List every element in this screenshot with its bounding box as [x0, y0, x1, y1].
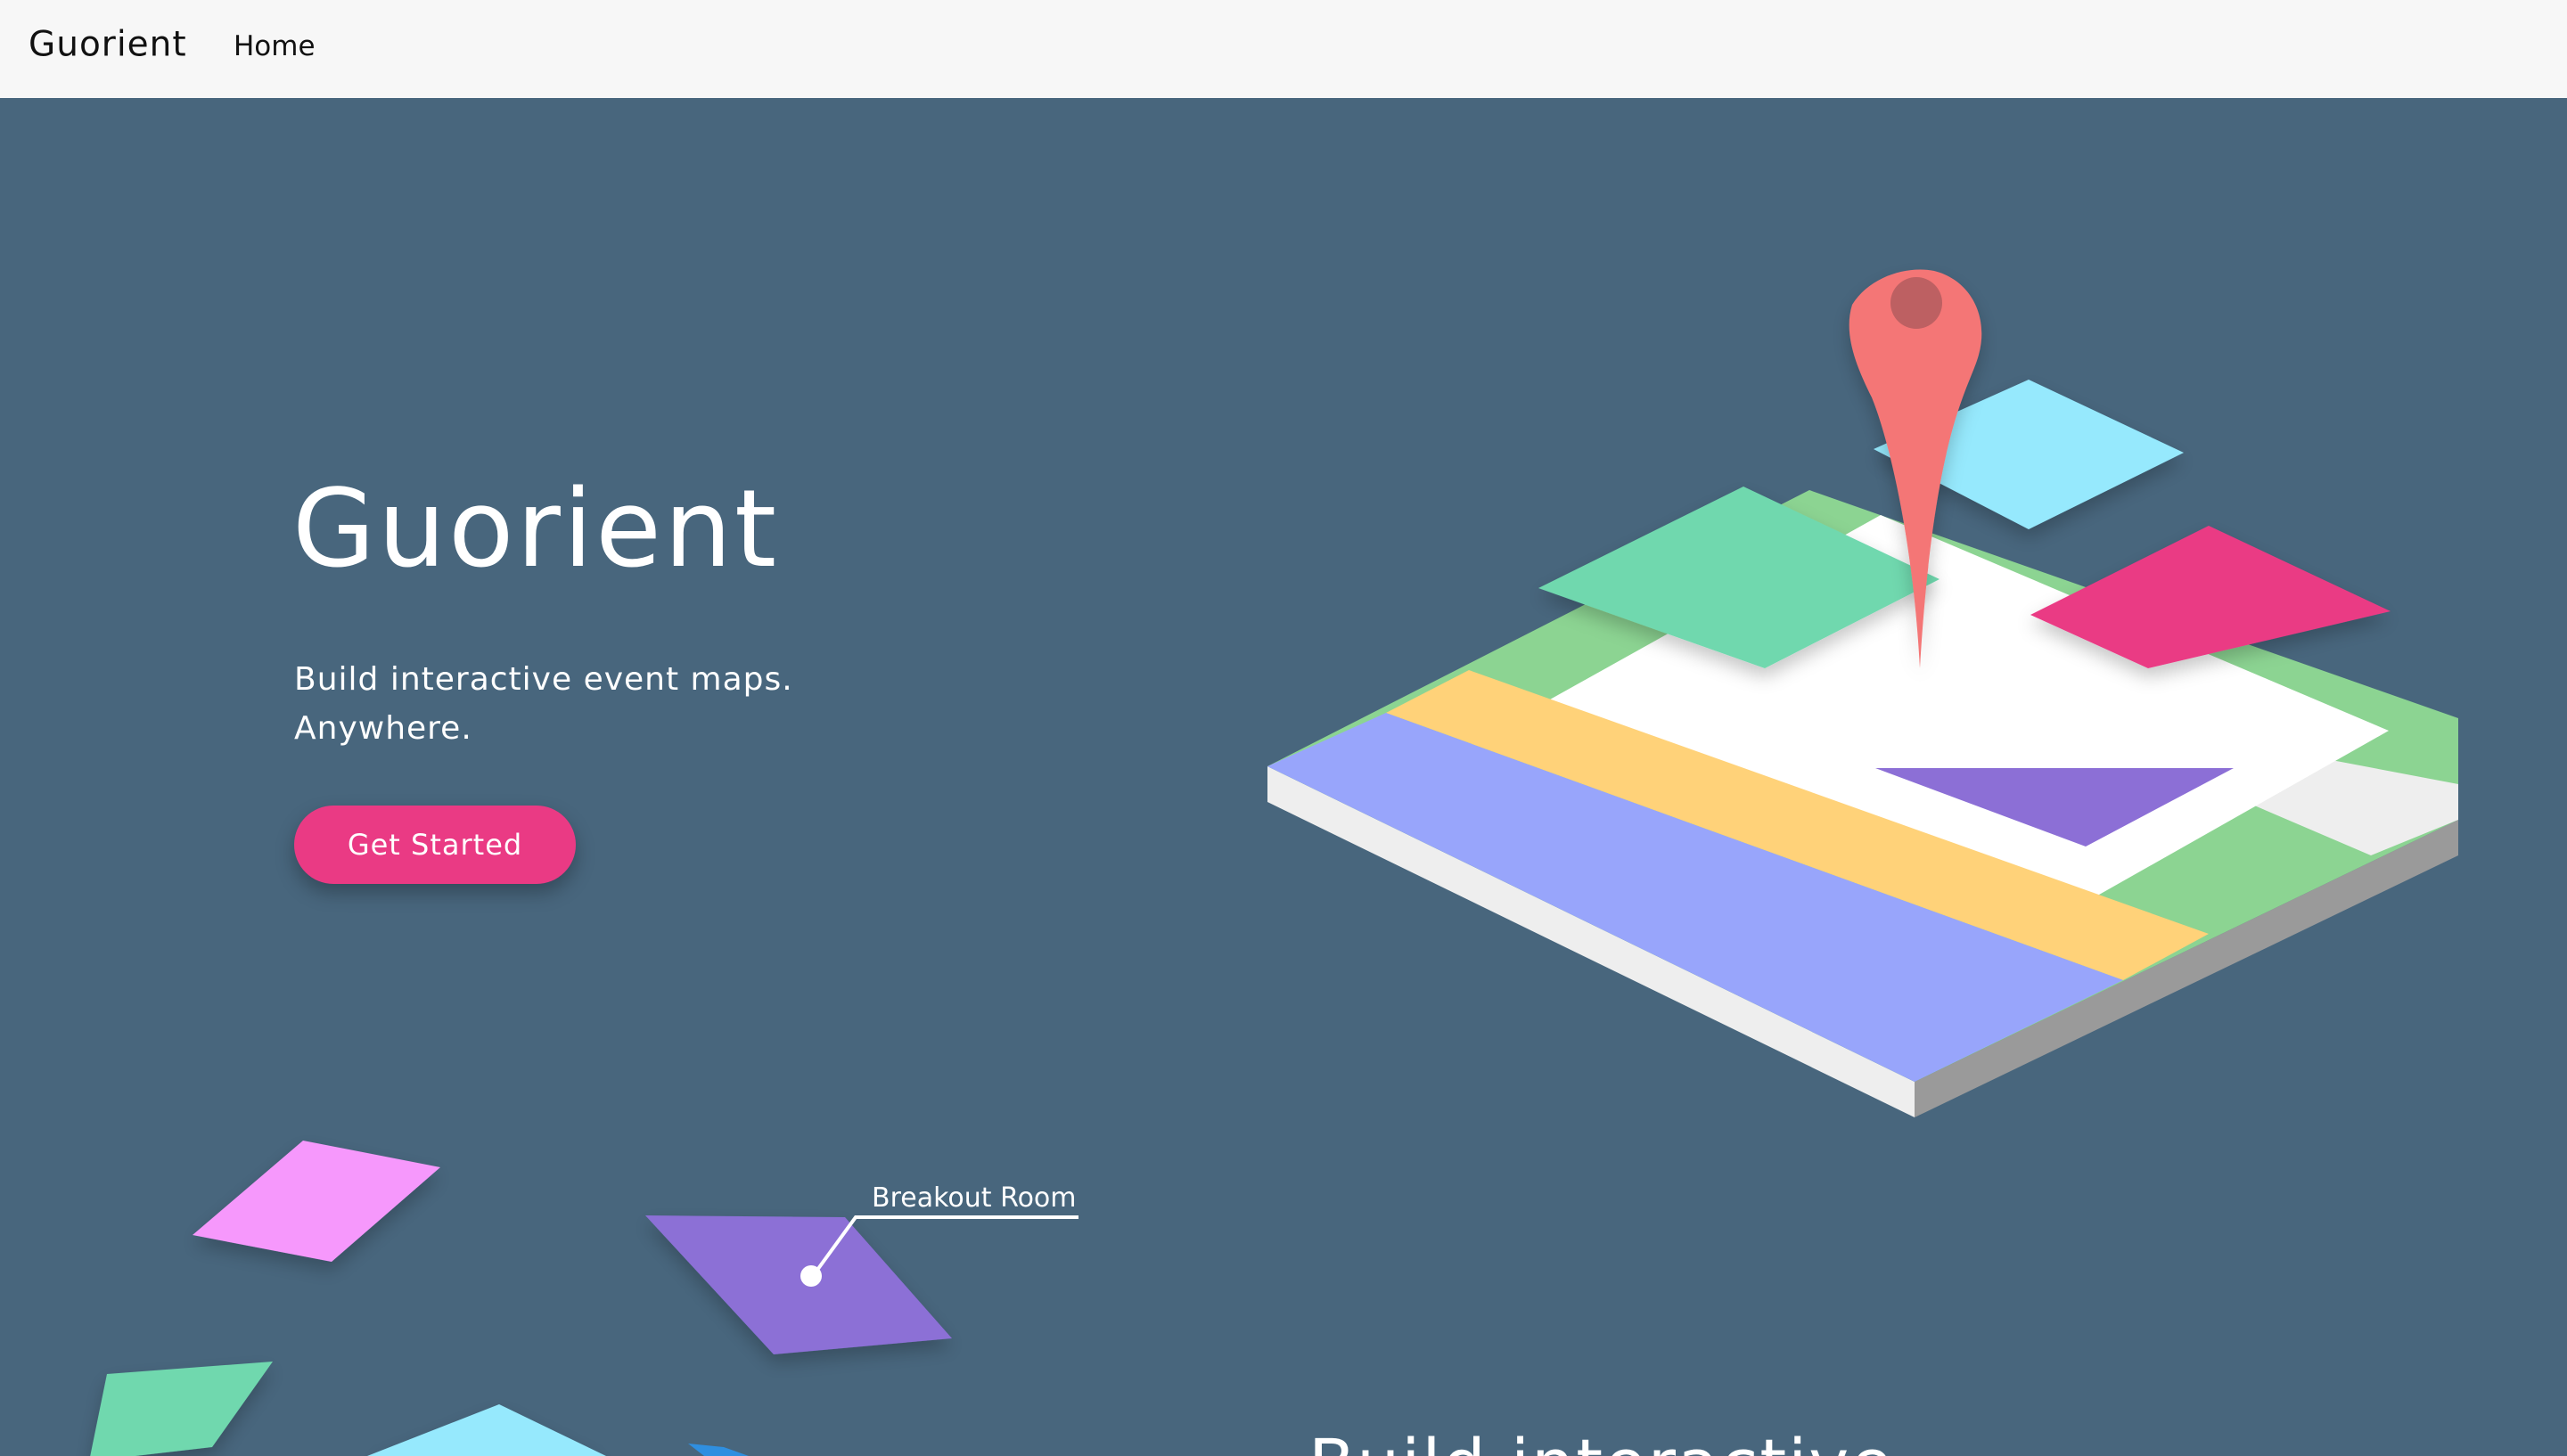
floating-tile-mint-small	[90, 1362, 273, 1456]
hero-tagline-line-1: Build interactive event maps.	[294, 661, 793, 698]
floating-tile-blue-sliver	[688, 1444, 749, 1456]
hero-tagline: Build interactive event maps. Anywhere.	[294, 655, 918, 753]
breakout-room-label: Breakout Room	[872, 1182, 1077, 1214]
floating-tile-orchid	[193, 1141, 440, 1262]
breakout-room-tile	[645, 1215, 952, 1354]
nav-link-home[interactable]: Home	[234, 30, 316, 62]
get-started-button[interactable]: Get Started	[294, 806, 576, 884]
hero-tagline-line-2: Anywhere.	[294, 710, 472, 747]
hero-title: Guorient	[292, 468, 780, 592]
top-navbar: Guorient Home	[0, 0, 2567, 98]
hero-section: Breakout Room Guorient Build interactive…	[0, 98, 2567, 1456]
brand-logo-link[interactable]: Guorient	[29, 25, 187, 65]
floating-tile-sky-small	[367, 1404, 606, 1456]
hero-illustration: Breakout Room	[90, 269, 2458, 1456]
features-section-heading: Build interactive	[1308, 1424, 1894, 1456]
